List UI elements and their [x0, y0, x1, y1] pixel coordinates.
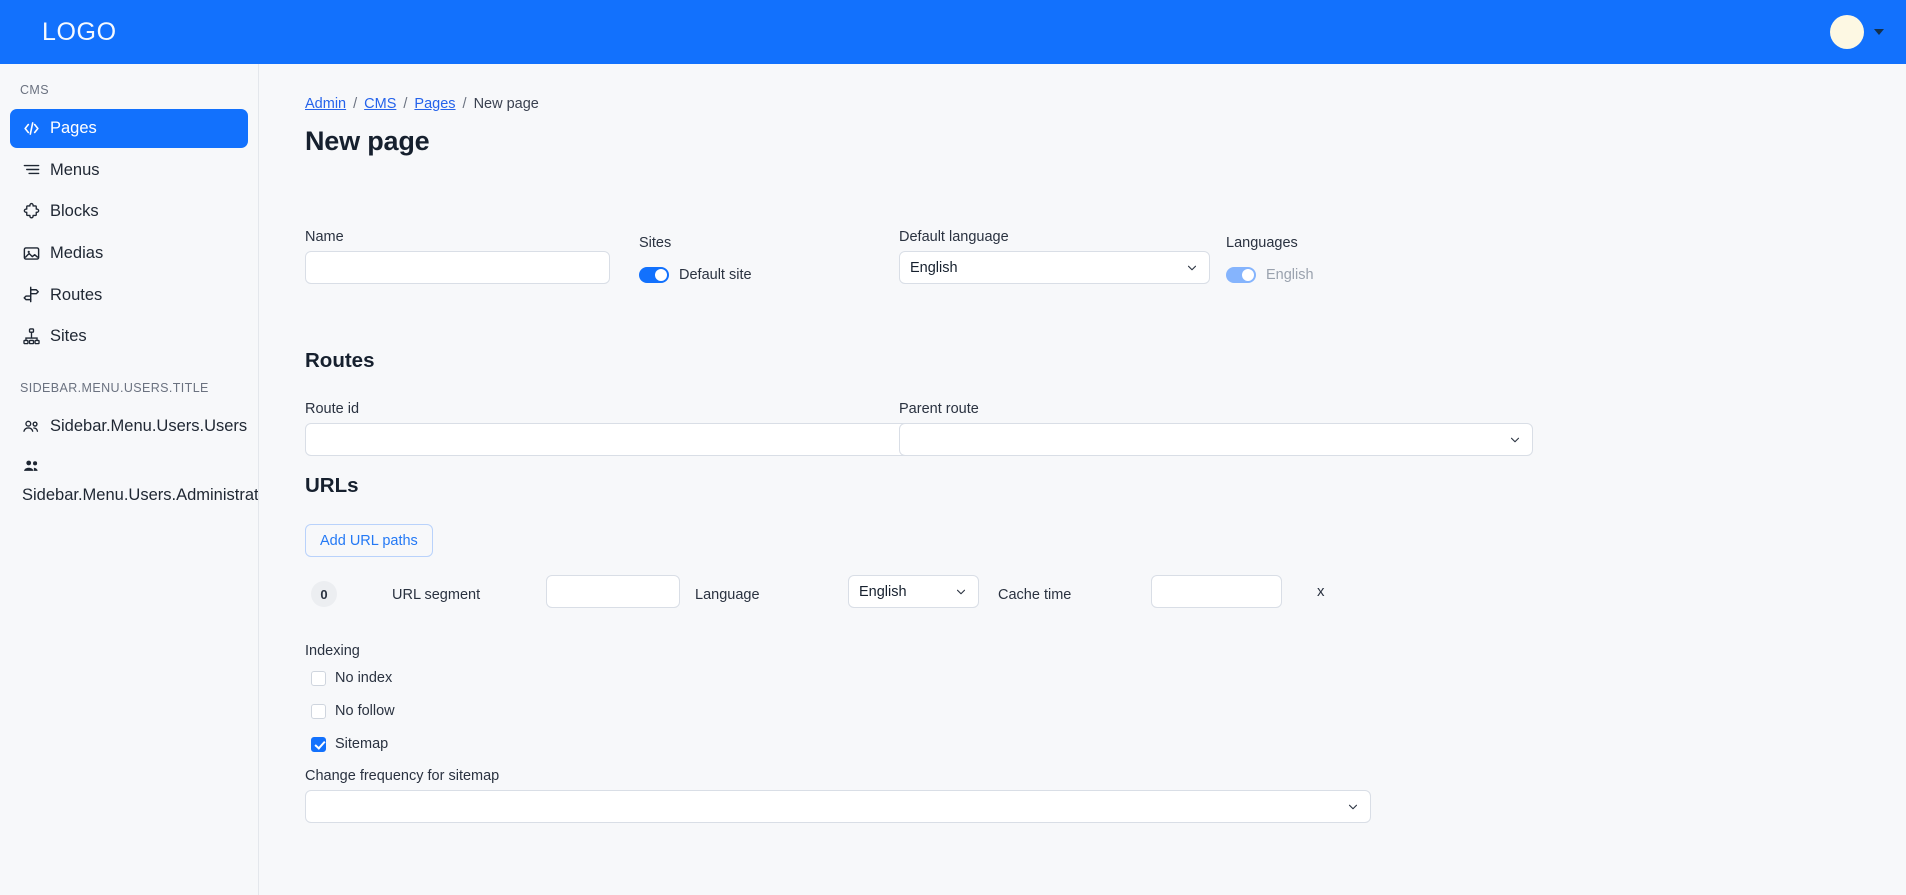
languages-toggle-row: English	[1226, 267, 1314, 283]
default-language-label: Default language	[899, 229, 1009, 245]
chevron-down-icon	[1186, 262, 1198, 274]
users-solid-icon	[22, 457, 41, 476]
sidebar-item-menus[interactable]: Menus	[10, 151, 248, 190]
breadcrumb-link-cms[interactable]: CMS	[364, 96, 396, 112]
parent-route-select[interactable]	[899, 423, 1533, 456]
cache-time-input[interactable]	[1151, 575, 1282, 608]
sitemap-icon	[22, 327, 41, 346]
sidebar-item-users[interactable]: Sidebar.Menu.Users.Users	[10, 407, 248, 446]
breadcrumb-link-admin[interactable]: Admin	[305, 96, 346, 112]
languages-label: Languages	[1226, 235, 1298, 251]
no-follow-row: No follow	[311, 703, 395, 719]
cache-time-label: Cache time	[998, 587, 1072, 603]
add-url-paths-button[interactable]: Add URL paths	[305, 524, 433, 557]
route-id-input[interactable]	[305, 423, 939, 456]
no-index-label: No index	[335, 670, 393, 686]
sidebar-item-label: Sites	[50, 327, 87, 346]
default-language-value: English	[910, 259, 958, 276]
indexing-label: Indexing	[305, 643, 360, 659]
chevron-down-icon	[1347, 801, 1359, 813]
sidebar-item-pages[interactable]: Pages	[10, 109, 248, 148]
menu-lines-icon	[22, 160, 41, 179]
breadcrumb-separator: /	[353, 96, 358, 112]
urls-heading: URLs	[305, 474, 359, 497]
url-segment-label: URL segment	[392, 587, 481, 603]
sidebar-item-label: Menus	[50, 160, 100, 179]
no-follow-label: No follow	[335, 703, 395, 719]
url-segment-input[interactable]	[546, 575, 680, 608]
sidebar-section-title-users: SIDEBAR.MENU.USERS.TITLE	[20, 380, 209, 395]
sidebar-item-label: Sidebar.Menu.Users.Administrators	[22, 486, 259, 505]
page-title: New page	[305, 126, 430, 156]
logo[interactable]: LOGO	[42, 18, 117, 47]
sidebar-item-label: Pages	[50, 119, 97, 137]
sidebar-item-label: Blocks	[50, 202, 99, 221]
sidebar-item-blocks[interactable]: Blocks	[10, 192, 248, 231]
code-brackets-icon	[22, 119, 41, 138]
sidebar-section-title-cms: CMS	[20, 83, 49, 97]
sidebar: CMS Pages Menus Blocks Medias Routes Sit…	[0, 64, 259, 895]
sidebar-item-sites[interactable]: Sites	[10, 317, 248, 356]
sidebar-item-routes[interactable]: Routes	[10, 276, 248, 315]
routes-heading: Routes	[305, 349, 375, 372]
url-language-value: English	[859, 583, 907, 600]
no-follow-checkbox[interactable]	[311, 703, 326, 719]
route-id-label: Route id	[305, 401, 360, 417]
avatar[interactable]	[1830, 15, 1864, 49]
change-frequency-select[interactable]	[305, 790, 1371, 823]
language-english-toggle-label: English	[1266, 267, 1314, 283]
sidebar-item-administrators[interactable]: Sidebar.Menu.Users.Administrators	[10, 448, 259, 515]
sidebar-item-label: Medias	[50, 243, 104, 262]
breadcrumb: Admin / CMS / Pages / New page	[305, 96, 1906, 112]
chevron-down-icon[interactable]	[1874, 29, 1884, 35]
chevron-down-icon	[955, 586, 967, 598]
main-content: Admin / CMS / Pages / New page New page …	[260, 64, 1906, 895]
url-language-select[interactable]: English	[848, 575, 979, 608]
top-bar: LOGO	[0, 0, 1906, 64]
sitemap-checkbox[interactable]	[311, 736, 326, 752]
image-icon	[22, 244, 41, 263]
default-site-toggle-row: Default site	[639, 267, 752, 283]
sidebar-item-label: Routes	[50, 285, 103, 304]
language-label: Language	[695, 587, 760, 603]
default-language-select[interactable]: English	[899, 251, 1210, 284]
breadcrumb-current: New page	[473, 96, 539, 112]
sites-label: Sites	[639, 235, 672, 251]
puzzle-piece-icon	[22, 202, 41, 221]
sitemap-row: Sitemap	[311, 736, 388, 752]
remove-url-row-button[interactable]: x	[1317, 583, 1325, 600]
sidebar-item-label: Sidebar.Menu.Users.Users	[50, 416, 248, 435]
change-frequency-label: Change frequency for sitemap	[305, 768, 500, 784]
default-site-toggle[interactable]	[639, 267, 669, 283]
sidebar-item-medias[interactable]: Medias	[10, 234, 248, 273]
default-site-toggle-label: Default site	[679, 267, 752, 283]
signpost-icon	[22, 285, 41, 304]
no-index-row: No index	[311, 670, 392, 686]
chevron-down-icon	[1509, 434, 1521, 446]
users-outline-icon	[22, 417, 41, 436]
url-row-index: 0	[311, 581, 337, 607]
no-index-checkbox[interactable]	[311, 670, 326, 686]
name-label: Name	[305, 229, 344, 245]
breadcrumb-separator: /	[403, 96, 408, 112]
parent-route-label: Parent route	[899, 401, 979, 417]
sitemap-label: Sitemap	[335, 736, 389, 752]
breadcrumb-link-pages[interactable]: Pages	[414, 96, 455, 112]
topbar-right-group	[1830, 15, 1884, 49]
language-english-toggle	[1226, 267, 1256, 283]
breadcrumb-separator: /	[462, 96, 467, 112]
name-input[interactable]	[305, 251, 610, 284]
